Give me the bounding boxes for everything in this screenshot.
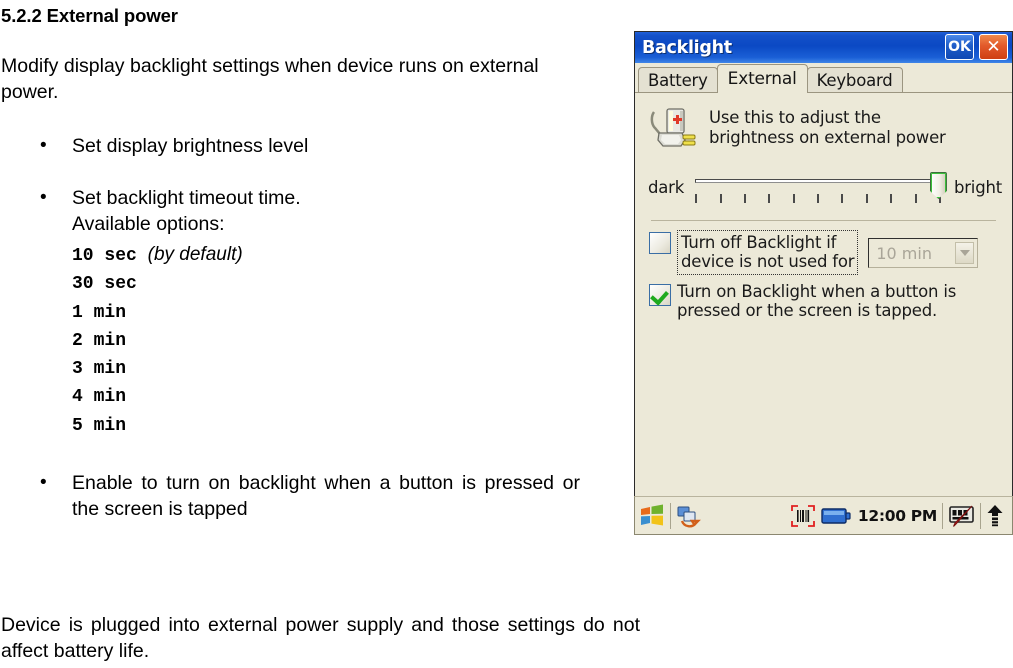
timeout-option: 4 min bbox=[72, 383, 640, 411]
page-title: 5.2.2 External power bbox=[1, 5, 178, 26]
taskbar-divider bbox=[942, 502, 943, 529]
list-item: Set display brightness level bbox=[0, 133, 640, 160]
bullet-text-brightness: Set display brightness level bbox=[72, 135, 309, 158]
taskbar-clock: 12:00 PM bbox=[857, 506, 937, 525]
tab-keyboard[interactable]: Keyboard bbox=[806, 67, 903, 92]
tab-battery[interactable]: Battery bbox=[638, 67, 718, 92]
turn-on-label-line-1: Turn on Backlight when a button is bbox=[677, 281, 957, 301]
timeout-option-value: 2 min bbox=[72, 330, 127, 351]
slider-ticks bbox=[695, 194, 941, 203]
turn-off-backlight-label: Turn off Backlight if device is not used… bbox=[677, 230, 859, 275]
list-item: Enable to turn on backlight when a butto… bbox=[0, 470, 640, 523]
timeout-option-value: 5 min bbox=[72, 415, 127, 436]
turn-off-backlight-checkbox[interactable] bbox=[649, 232, 671, 254]
timeout-option: 5 min bbox=[72, 412, 640, 440]
options-block: Turn off Backlight if device is not used… bbox=[645, 230, 1002, 320]
barcode-scanner-icon[interactable] bbox=[790, 504, 815, 527]
tab-content-external: Use this to adjust the brightness on ext… bbox=[635, 93, 1012, 534]
slider-max-label: bright bbox=[953, 177, 1002, 197]
page-root: 5.2.2 External power Modify display back… bbox=[0, 0, 1013, 668]
info-row: Use this to adjust the brightness on ext… bbox=[645, 102, 1002, 152]
windows-start-icon[interactable] bbox=[639, 503, 665, 528]
slider-track bbox=[695, 179, 941, 183]
timeout-option-value: 4 min bbox=[72, 387, 127, 408]
turn-off-label-line-1: Turn off Backlight if bbox=[681, 233, 837, 252]
brightness-slider-row: dark bright bbox=[645, 168, 1002, 206]
battery-icon[interactable] bbox=[821, 506, 851, 526]
ok-button[interactable]: OK bbox=[945, 34, 974, 60]
window-title: Backlight bbox=[642, 37, 732, 58]
turn-on-backlight-option[interactable]: Turn on Backlight when a button is press… bbox=[649, 282, 1002, 321]
device-taskbar: 12:00 PM bbox=[634, 496, 1013, 535]
power-adapter-icon bbox=[650, 108, 696, 147]
chevron-down-icon[interactable] bbox=[955, 242, 975, 265]
brightness-slider[interactable] bbox=[693, 168, 947, 206]
bullet-list: Set display brightness level Set backlig… bbox=[0, 133, 640, 523]
device-window: Backlight OK ✕ Battery External Keyboard bbox=[634, 31, 1013, 535]
info-line-2: brightness on external power bbox=[709, 127, 946, 147]
timeout-option-note: (by default) bbox=[147, 244, 243, 266]
timeout-option: 10 sec (by default) bbox=[72, 240, 640, 270]
timeout-option-value: 10 sec bbox=[72, 246, 137, 267]
closing-paragraph: Device is plugged into external power su… bbox=[1, 613, 641, 665]
turn-on-backlight-label: Turn on Backlight when a button is press… bbox=[677, 282, 956, 321]
separator bbox=[651, 220, 996, 221]
timeout-option: 1 min bbox=[72, 299, 640, 327]
turn-on-backlight-checkbox[interactable] bbox=[649, 283, 671, 306]
info-text: Use this to adjust the brightness on ext… bbox=[709, 106, 946, 148]
list-item: Set backlight timeout time. Available op… bbox=[0, 185, 640, 440]
taskbar-divider bbox=[670, 502, 671, 529]
timeout-dropdown[interactable]: 10 min bbox=[868, 238, 979, 269]
bullet-text-enable: Enable to turn on backlight when a butto… bbox=[72, 471, 580, 520]
turn-off-label-line-2: device is not used for bbox=[681, 252, 855, 272]
tab-external[interactable]: External bbox=[716, 64, 808, 93]
timeout-option-value: 3 min bbox=[72, 359, 127, 380]
bullet-subtext-options: Available options: bbox=[72, 213, 225, 236]
turn-off-line: Turn off Backlight if device is not used… bbox=[677, 230, 979, 275]
input-panel-icon[interactable] bbox=[948, 504, 975, 528]
turn-off-backlight-option[interactable]: Turn off Backlight if device is not used… bbox=[649, 230, 1002, 275]
up-arrow-icon[interactable] bbox=[986, 504, 1004, 528]
close-icon[interactable]: ✕ bbox=[979, 34, 1008, 60]
timeout-option-value: 1 min bbox=[72, 302, 127, 323]
timeout-option: 2 min bbox=[72, 327, 640, 355]
closing-text: Device is plugged into external power su… bbox=[1, 614, 640, 662]
taskbar-divider bbox=[980, 502, 981, 529]
tab-strip: Battery External Keyboard bbox=[635, 63, 1012, 93]
sync-connection-icon[interactable] bbox=[676, 504, 702, 528]
titlebar-buttons: OK ✕ bbox=[945, 34, 1008, 60]
info-line-1: Use this to adjust the bbox=[709, 108, 881, 127]
slider-min-label: dark bbox=[648, 177, 685, 197]
window-titlebar: Backlight OK ✕ bbox=[635, 32, 1012, 63]
turn-on-label-line-2: pressed or the screen is tapped. bbox=[677, 300, 938, 320]
timeout-option: 30 sec bbox=[72, 270, 640, 298]
intro-paragraph: Modify display backlight settings when d… bbox=[1, 55, 539, 103]
timeout-option: 3 min bbox=[72, 355, 640, 383]
document-column: 5.2.2 External power Modify display back… bbox=[0, 0, 640, 662]
timeout-option-value: 30 sec bbox=[72, 274, 137, 295]
timeout-options-list: 10 sec (by default) 30 sec 1 min 2 min 3… bbox=[72, 240, 640, 440]
timeout-dropdown-value: 10 min bbox=[876, 243, 932, 263]
bullet-text-timeout: Set backlight timeout time. bbox=[72, 187, 301, 210]
